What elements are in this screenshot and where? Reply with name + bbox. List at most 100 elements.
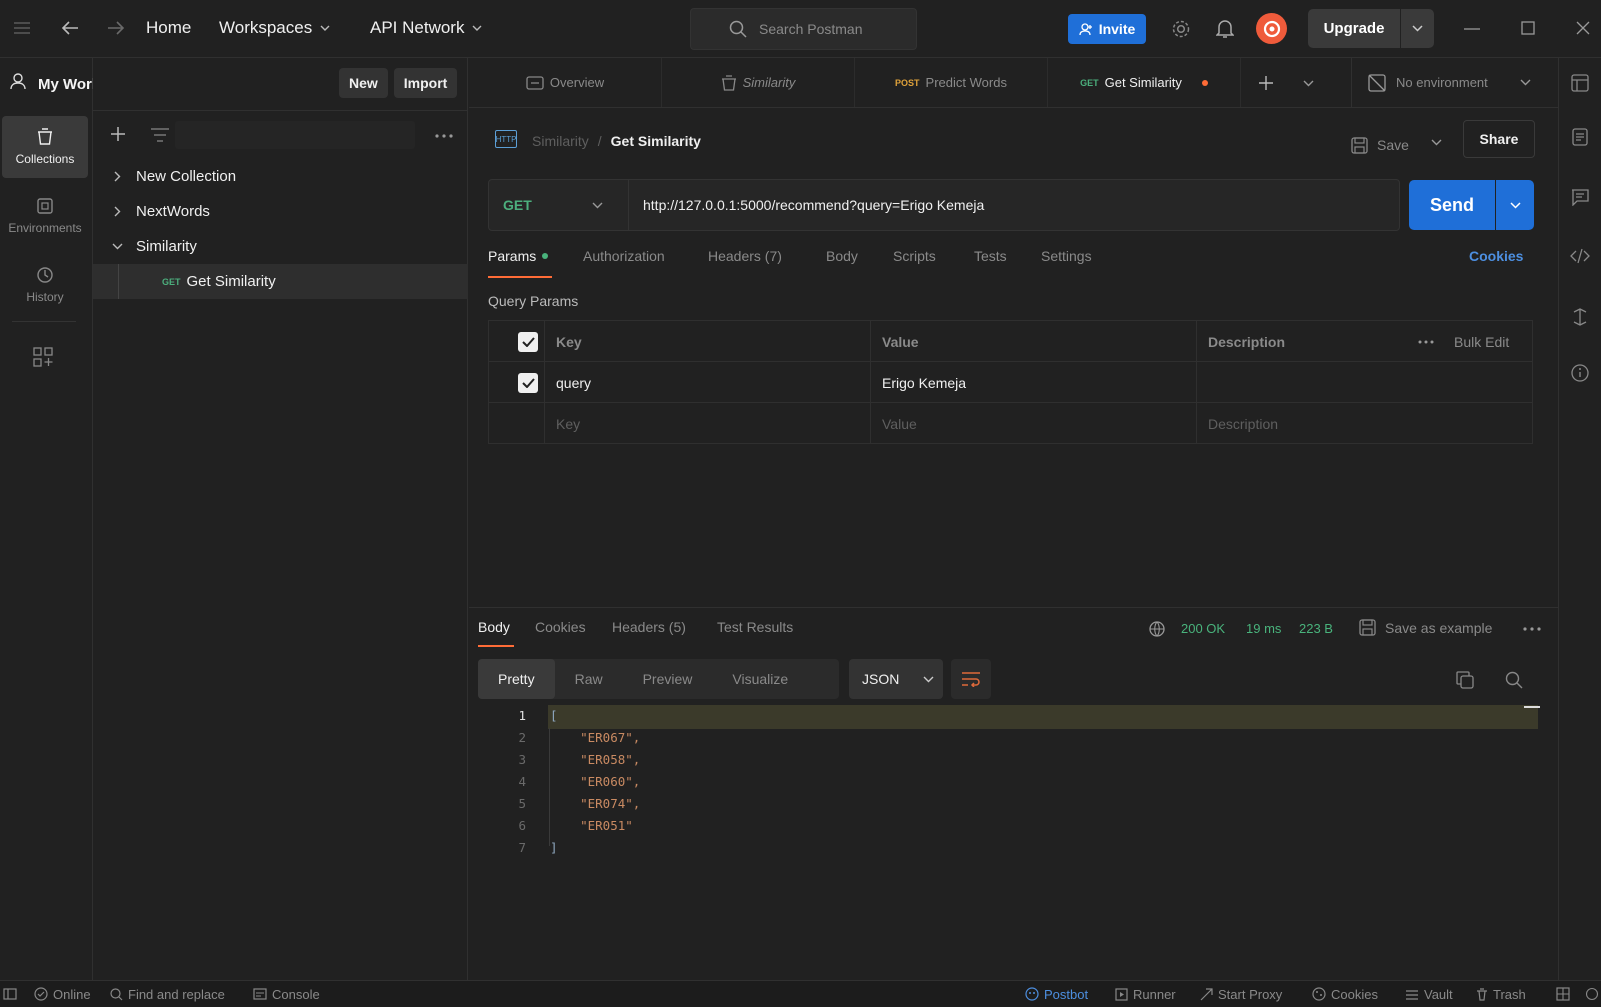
param-key-cell[interactable]: query [556, 362, 591, 403]
add-collection-icon[interactable] [110, 126, 126, 142]
response-tab-headers[interactable]: Headers (5) [612, 619, 686, 635]
console-button[interactable]: Console [253, 981, 320, 1007]
forward-arrow-icon[interactable] [107, 20, 125, 36]
tab-get-similarity[interactable]: GET Get Similarity [1048, 58, 1241, 107]
view-visualize[interactable]: Visualize [712, 659, 808, 699]
search-input[interactable]: Search Postman [690, 8, 917, 50]
view-raw[interactable]: Raw [555, 659, 623, 699]
tab-body[interactable]: Body [826, 248, 858, 264]
network-globe-icon[interactable] [1149, 621, 1165, 637]
tab-overview[interactable]: Overview [469, 58, 662, 107]
new-button[interactable]: New [339, 68, 388, 98]
documentation-icon[interactable] [1572, 128, 1588, 146]
settings-gear-icon[interactable] [1171, 19, 1191, 39]
help-icon[interactable] [1586, 981, 1598, 1007]
collection-item[interactable]: Similarity [93, 229, 468, 264]
rail-history[interactable]: History [2, 254, 88, 316]
maximize-icon[interactable] [1521, 21, 1535, 35]
start-proxy-button[interactable]: Start Proxy [1200, 981, 1282, 1007]
request-title[interactable]: Get Similarity [611, 133, 701, 149]
response-time[interactable]: 19 ms [1246, 621, 1281, 636]
save-dropdown-icon[interactable] [1431, 139, 1442, 146]
find-replace-button[interactable]: Find and replace [110, 981, 225, 1007]
tabs-dropdown-icon[interactable] [1303, 80, 1314, 87]
collection-item[interactable]: New Collection [93, 159, 468, 194]
layout-toggle-icon[interactable] [1556, 981, 1570, 1007]
response-tab-body[interactable]: Body [478, 619, 510, 635]
related-collections-icon[interactable] [1572, 308, 1588, 326]
collection-item[interactable]: NextWords [93, 194, 468, 229]
bulk-edit-link[interactable]: Bulk Edit [1454, 321, 1509, 362]
view-pretty[interactable]: Pretty [478, 659, 555, 699]
code-snippet-icon[interactable] [1570, 248, 1590, 264]
wrap-lines-button[interactable] [951, 659, 991, 699]
rail-collections[interactable]: Collections [2, 116, 88, 178]
info-icon[interactable] [1571, 364, 1589, 382]
rail-environments[interactable]: Environments [2, 185, 88, 247]
vault-button[interactable]: Vault [1405, 981, 1453, 1007]
notification-bell-icon[interactable] [1216, 19, 1234, 39]
method-select[interactable]: GET [489, 180, 629, 230]
response-tab-cookies[interactable]: Cookies [535, 619, 586, 635]
status-code[interactable]: 200 OK [1181, 621, 1225, 636]
online-status[interactable]: Online [34, 981, 91, 1007]
environment-selector[interactable]: No environment [1351, 58, 1556, 107]
url-input[interactable]: http://127.0.0.1:5000/recommend?query=Er… [643, 197, 984, 213]
new-key-input[interactable]: Key [556, 403, 580, 444]
send-button[interactable]: Send [1409, 180, 1495, 230]
more-options-icon[interactable] [435, 134, 453, 138]
format-select[interactable]: JSON [849, 659, 943, 699]
nav-api-network[interactable]: API Network [370, 18, 482, 38]
send-dropdown-button[interactable] [1496, 180, 1534, 230]
nav-home[interactable]: Home [146, 18, 191, 38]
response-tab-test-results[interactable]: Test Results [717, 619, 793, 635]
minimize-icon[interactable] [1464, 28, 1480, 30]
tab-predict-words[interactable]: POST Predict Words [855, 58, 1048, 107]
postbot-button[interactable]: Postbot [1025, 981, 1088, 1007]
avatar[interactable] [1256, 13, 1287, 44]
collection-search-input[interactable] [175, 121, 415, 149]
upgrade-dropdown-button[interactable] [1401, 9, 1434, 48]
invite-button[interactable]: Invite [1068, 14, 1146, 44]
tab-params[interactable]: Params [488, 248, 549, 264]
back-arrow-icon[interactable] [61, 20, 79, 36]
breadcrumb-parent[interactable]: Similarity [532, 133, 589, 149]
save-as-example-button[interactable]: Save as example [1359, 619, 1492, 636]
comments-icon[interactable] [1571, 188, 1589, 206]
upgrade-button[interactable]: Upgrade [1308, 9, 1400, 48]
import-button[interactable]: Import [393, 68, 458, 98]
share-button[interactable]: Share [1463, 120, 1535, 158]
new-value-input[interactable]: Value [882, 403, 917, 444]
search-response-icon[interactable] [1505, 671, 1523, 689]
cookies-button[interactable]: Cookies [1312, 981, 1378, 1007]
header-more-icon[interactable] [1418, 321, 1434, 362]
copy-icon[interactable] [1456, 671, 1474, 689]
select-all-checkbox[interactable] [518, 321, 538, 362]
menu-icon[interactable] [14, 20, 30, 34]
view-preview[interactable]: Preview [623, 659, 713, 699]
response-size[interactable]: 223 B [1299, 621, 1333, 636]
tab-scripts[interactable]: Scripts [893, 248, 936, 264]
runner-button[interactable]: Runner [1115, 981, 1176, 1007]
environment-quick-look-icon[interactable] [1571, 74, 1589, 92]
tab-similarity[interactable]: Similarity [662, 58, 855, 107]
response-more-icon[interactable] [1523, 627, 1541, 631]
tab-tests[interactable]: Tests [974, 248, 1007, 264]
tab-headers[interactable]: Headers (7) [708, 248, 782, 264]
param-value-cell[interactable]: Erigo Kemeja [882, 362, 966, 403]
cookies-link[interactable]: Cookies [1469, 248, 1523, 264]
add-configure-icon[interactable] [33, 347, 53, 367]
trash-button[interactable]: Trash [1476, 981, 1526, 1007]
toggle-sidebar-icon[interactable] [3, 981, 17, 1007]
request-item-selected[interactable]: GET Get Similarity [93, 264, 468, 299]
response-divider[interactable] [469, 607, 1559, 608]
param-description-cell[interactable] [1208, 362, 1528, 403]
nav-workspaces[interactable]: Workspaces [219, 18, 330, 38]
close-icon[interactable] [1576, 21, 1590, 35]
tab-authorization[interactable]: Authorization [583, 248, 665, 264]
row-checkbox[interactable] [518, 362, 538, 403]
new-description-input[interactable]: Description [1208, 403, 1278, 444]
tab-settings[interactable]: Settings [1041, 248, 1092, 264]
save-button[interactable]: Save [1351, 127, 1409, 163]
filter-icon[interactable] [151, 128, 169, 142]
